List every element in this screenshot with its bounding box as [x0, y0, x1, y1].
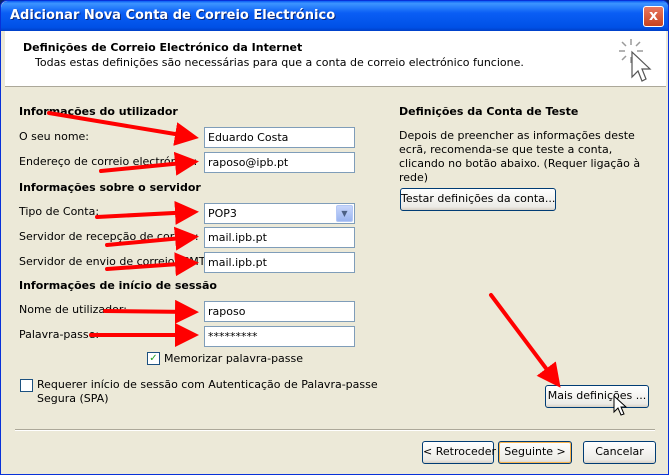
user-info-heading: Informações do utilizador — [19, 105, 178, 118]
arrow-more-settings — [489, 293, 561, 388]
password-label: Palavra-passe: — [19, 328, 100, 341]
email-input[interactable]: raposo@ipb.pt — [204, 152, 355, 173]
remember-password-label: Memorizar palavra-passe — [164, 352, 304, 365]
next-button[interactable]: Seguinte > — [498, 441, 572, 464]
arrow-account-type — [95, 200, 199, 225]
chevron-down-icon[interactable]: ▼ — [336, 205, 353, 222]
test-settings-heading: Definições da Conta de Teste — [399, 105, 579, 118]
cancel-button[interactable]: Cancelar — [583, 441, 656, 464]
close-icon: x — [648, 8, 659, 24]
back-button[interactable]: < Retroceder — [422, 441, 496, 464]
footer-divider — [15, 429, 655, 431]
username-input[interactable]: raposo — [204, 301, 355, 322]
title-bar[interactable]: Adicionar Nova Conta de Correio Electrón… — [1, 1, 668, 31]
window-title: Adicionar Nova Conta de Correio Electrón… — [10, 8, 336, 23]
account-type-label: Tipo de Conta: — [19, 205, 100, 218]
name-input[interactable]: Eduardo Costa — [204, 127, 355, 148]
mouse-pointer-icon — [613, 395, 628, 416]
spa-label-line1: Requerer início de sessão com Autenticaç… — [37, 378, 378, 391]
header-subtitle: Todas estas definições são necessárias p… — [35, 56, 524, 69]
username-label: Nome de utilizador: — [19, 303, 127, 316]
header-panel: Definições de Correio Electrónico da Int… — [5, 31, 666, 87]
server-info-heading: Informações sobre o servidor — [19, 181, 201, 194]
incoming-server-input[interactable]: mail.ipb.pt — [204, 227, 355, 248]
password-input[interactable]: ********* — [204, 326, 355, 347]
outgoing-server-label: Servidor de envio de correio (SMTP): — [19, 255, 221, 268]
account-type-select[interactable]: POP3 ▼ — [204, 203, 355, 224]
name-label: O seu nome: — [19, 130, 90, 143]
incoming-server-label: Servidor de recepção de correio: — [19, 230, 199, 243]
close-button[interactable]: x — [643, 6, 664, 27]
spa-label-line2: Segura (SPA) — [37, 392, 109, 405]
remember-password-checkbox[interactable]: ✓ — [147, 352, 160, 365]
test-settings-description: Depois de preencher as informações deste… — [399, 129, 641, 184]
test-account-button[interactable]: Testar definições da conta... — [400, 188, 556, 211]
dialog-window: Adicionar Nova Conta de Correio Electrón… — [0, 0, 669, 475]
outgoing-server-input[interactable]: mail.ipb.pt — [204, 252, 355, 273]
logon-info-heading: Informações de início de sessão — [19, 279, 217, 292]
account-type-value: POP3 — [208, 207, 237, 220]
cursor-sparkle-icon — [619, 39, 652, 82]
more-settings-button[interactable]: Mais definições ... — [545, 385, 649, 408]
email-label: Endereço de correio electrónico: — [19, 155, 198, 168]
spa-checkbox[interactable] — [20, 379, 33, 392]
header-title: Definições de Correio Electrónico da Int… — [23, 41, 303, 54]
